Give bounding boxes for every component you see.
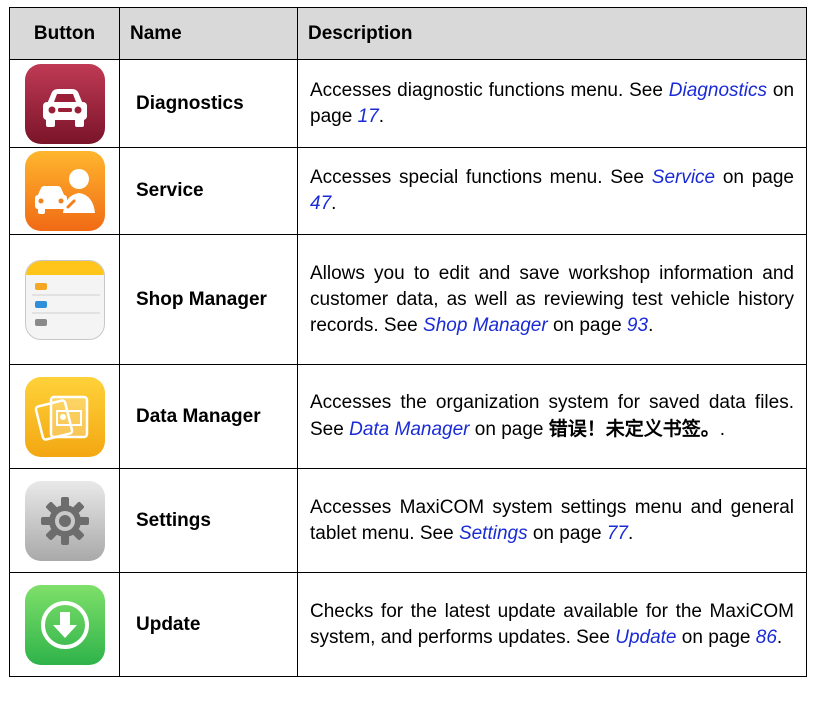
table-header-row: Button Name Description [9,7,807,60]
row-description: Accesses MaxiCOM system settings menu an… [297,468,807,573]
section-link[interactable]: Data Manager [349,419,469,440]
table-row: Service Accesses special functions menu.… [9,147,807,235]
row-description: Checks for the latest update available f… [297,572,807,677]
description-punct: . [776,626,783,648]
description-text: on page [722,167,794,188]
description-punct: . [648,314,654,336]
icon-cell [9,364,120,469]
page-link[interactable]: 93 [627,315,648,336]
section-link[interactable]: Shop Manager [423,315,548,336]
data-manager-icon [24,376,105,457]
row-description: Accesses diagnostic functions menu. See … [297,59,807,148]
shop-manager-icon [24,259,105,340]
gear-icon [24,480,105,561]
page-link[interactable]: 86 [756,627,777,648]
table-row: Diagnostics Accesses diagnostic function… [9,59,807,148]
description-text: Accesses special functions menu. See [310,167,645,188]
description-text: on page [474,419,544,440]
header-name: Name [119,7,298,60]
table-row: Settings Accesses MaxiCOM system setting… [9,468,807,573]
description-text: on page [681,626,751,648]
description-text: Accesses diagnostic functions menu. See [310,79,663,101]
section-link[interactable]: Service [652,167,715,188]
page-link[interactable]: 47 [310,193,331,214]
page-link[interactable]: 77 [607,523,628,544]
table-row: Data Manager Accesses the organization s… [9,364,807,469]
section-link[interactable]: Settings [459,523,528,544]
row-name: Settings [119,468,298,573]
description-punct: . [331,193,337,214]
icon-cell [9,59,120,148]
page-link[interactable]: 17 [358,106,379,127]
row-name: Update [119,572,298,677]
description-text: on page [552,314,622,336]
row-name: Diagnostics [119,59,298,148]
car-service-icon [24,151,105,231]
description-punct: . [627,522,634,544]
row-name: Data Manager [119,364,298,469]
section-link[interactable]: Update [615,627,676,648]
description-text: on page [532,522,602,544]
row-description: Accesses special functions menu. See Ser… [297,147,807,235]
row-description: Accesses the organization system for sav… [297,364,807,469]
header-button: Button [9,7,120,60]
description-punct: . [378,105,384,127]
icon-cell [9,234,120,365]
row-description: Allows you to edit and save workshop inf… [297,234,807,365]
page-reference-error: 错误！未定义书签。 [548,418,720,440]
button-reference-table: Button Name Description Diagnostics Acce… [9,7,807,677]
table-row: Shop Manager Allows you to edit and save… [9,234,807,365]
table-row: Update Checks for the latest update avai… [9,572,807,677]
icon-cell [9,147,120,235]
row-name: Shop Manager [119,234,298,365]
description-punct: . [719,419,726,440]
car-diagnostics-icon [24,63,105,144]
section-link[interactable]: Diagnostics [669,80,767,101]
row-name: Service [119,147,298,235]
header-description: Description [297,7,807,60]
download-arrow-icon [24,584,105,665]
icon-cell [9,572,120,677]
icon-cell [9,468,120,573]
